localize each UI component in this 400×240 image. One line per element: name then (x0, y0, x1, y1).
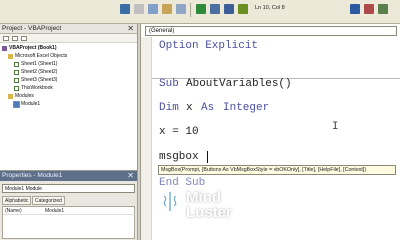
tree-item-modules[interactable]: Modules (15, 93, 34, 99)
sheet-icon (14, 62, 19, 67)
property-name: (Name) (5, 208, 22, 214)
run-icon[interactable] (196, 4, 206, 14)
project-explorer-title: Project - VBAProject (2, 25, 62, 32)
mouse-ibeam-icon: I (332, 121, 339, 133)
watermark-luster: Luster (186, 204, 232, 221)
code-msgbox[interactable]: msgbox (159, 151, 199, 164)
tree-item-sheet2[interactable]: Sheet2 (Sheet2) (21, 69, 57, 75)
view-code-icon[interactable] (3, 36, 9, 41)
text-caret (207, 151, 208, 163)
paste-icon[interactable] (162, 4, 172, 14)
close-icon[interactable]: ✕ (127, 24, 134, 34)
brain-logo-icon (158, 190, 182, 213)
code-margin (141, 37, 152, 240)
tooltip-text: MsgBox(Prompt, [Buttons As VbMsgBoxStyle… (161, 167, 367, 173)
tab-alphabetic[interactable]: Alphabetic (2, 196, 32, 205)
tree-item-excel-objects[interactable]: Microsoft Excel Objects (15, 53, 67, 59)
properties-object-select[interactable]: Module1 Module (2, 184, 135, 193)
code-sub-name[interactable]: AboutVariables() (186, 78, 292, 91)
properties-object-label: Module1 Module (5, 186, 42, 192)
reset-icon[interactable] (224, 4, 234, 14)
code-dim-variable[interactable]: x (186, 102, 193, 115)
code-assignment[interactable]: x = 10 (159, 126, 199, 139)
object-combo-value: (General) (149, 28, 175, 34)
project-icon (2, 46, 7, 51)
vba-editor-window: Ln 10, Col 8 Project - VBAProject ✕ VBAP… (0, 0, 400, 240)
folder-icon (8, 94, 13, 99)
sheet-icon (14, 70, 19, 75)
help-icon[interactable] (350, 4, 360, 14)
object-browser-icon[interactable] (364, 4, 374, 14)
folder-icon (8, 54, 13, 59)
close-icon[interactable]: ✕ (127, 171, 134, 181)
tree-item-vbaproject[interactable]: VBAProject (Book1) (9, 45, 57, 51)
toggle-folders-icon[interactable] (21, 36, 27, 41)
project-explorer: Project - VBAProject ✕ VBAProject (Book1… (0, 24, 138, 170)
design-mode-icon[interactable] (238, 4, 248, 14)
toolbar-separator (190, 3, 191, 17)
tree-item-thisworkbook[interactable]: ThisWorkbook (21, 85, 53, 91)
cut-icon[interactable] (134, 4, 144, 14)
project-explorer-titlebar: Project - VBAProject ✕ (0, 24, 137, 34)
view-object-icon[interactable] (12, 36, 18, 41)
project-explorer-toolbar (0, 34, 137, 43)
tab-categorized[interactable]: Categorized (32, 196, 65, 205)
properties-window: Properties - Module1 ✕ Module1 Module Al… (0, 170, 138, 240)
properties-grid: (Name) Module1 (2, 206, 136, 239)
code-option-explicit[interactable]: Option Explicit (159, 40, 258, 53)
tree-item-module1[interactable]: Module1 (21, 101, 40, 107)
break-icon[interactable] (210, 4, 220, 14)
property-value[interactable]: Module1 (45, 208, 64, 214)
tree-item-sheet3[interactable]: Sheet3 (Sheet3) (21, 77, 57, 83)
object-combo[interactable]: (General) (145, 26, 397, 36)
save-icon[interactable] (120, 4, 130, 14)
quick-info-tooltip: MsgBox(Prompt, [Buttons As VbMsgBoxStyle… (158, 165, 396, 175)
properties-row[interactable]: (Name) Module1 (3, 207, 136, 215)
module-icon (13, 101, 20, 108)
cursor-position: Ln 10, Col 8 (255, 5, 285, 11)
find-icon[interactable] (176, 4, 186, 14)
code-sub-keyword[interactable]: Sub (159, 78, 179, 91)
code-as-keyword[interactable]: As (201, 102, 214, 115)
sheet-icon (14, 78, 19, 83)
toolbox-icon[interactable] (378, 4, 388, 14)
properties-title: Properties - Module1 (2, 172, 63, 179)
tree-item-sheet1[interactable]: Sheet1 (Sheet1) (21, 61, 57, 67)
toolbar: Ln 10, Col 8 (0, 0, 400, 24)
properties-titlebar: Properties - Module1 ✕ (0, 171, 137, 181)
copy-icon[interactable] (148, 4, 158, 14)
code-dim-keyword[interactable]: Dim (159, 102, 179, 115)
code-type-keyword[interactable]: Integer (223, 102, 269, 115)
workbook-icon (14, 86, 19, 91)
